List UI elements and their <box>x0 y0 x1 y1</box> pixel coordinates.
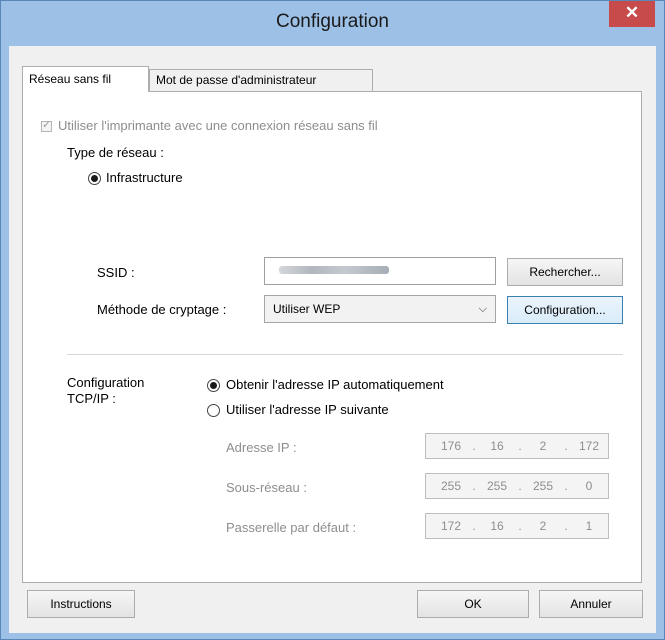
ssid-input[interactable] <box>264 257 496 285</box>
subnet-dot: . <box>472 479 476 493</box>
tab-panel-wireless: Utiliser l'imprimante avec une connexion… <box>22 91 642 583</box>
use-wireless-checkbox[interactable] <box>41 118 52 132</box>
ssid-label: SSID : <box>97 265 135 280</box>
gateway-dot: . <box>472 519 476 533</box>
dialog-client-area: Réseau sans fil Mot de passe d'administr… <box>9 46 656 633</box>
section-divider <box>67 354 623 355</box>
subnet-octet: 0 <box>585 479 593 493</box>
subnet-octet: 255 <box>440 479 462 493</box>
ip-octet: 2 <box>539 439 547 453</box>
ssid-value-redacted <box>279 266 389 274</box>
ip-address-label: Adresse IP : <box>226 440 297 455</box>
subnet-dot: . <box>564 479 568 493</box>
close-icon: ✕ <box>624 3 640 22</box>
gateway-dot: . <box>518 519 522 533</box>
gateway-label: Passerelle par défaut : <box>226 520 357 535</box>
ip-octet: 176 <box>440 439 462 453</box>
close-button[interactable]: ✕ <box>609 1 655 27</box>
tab-label: Réseau sans fil <box>29 72 112 86</box>
encryption-method-select[interactable]: Utiliser WEP ⌵ <box>264 295 496 323</box>
encryption-method-label: Méthode de cryptage : <box>97 302 227 317</box>
window-title: Configuration <box>275 11 390 32</box>
gateway-field[interactable]: 172 . 16 . 2 . 1 <box>425 513 609 539</box>
search-button[interactable]: Rechercher... <box>507 258 623 286</box>
ip-octet: 16 <box>490 439 504 453</box>
gateway-octet: 2 <box>539 519 547 533</box>
cancel-button[interactable]: Annuler <box>539 590 643 618</box>
gateway-octet: 16 <box>490 519 504 533</box>
ip-dot: . <box>564 439 568 453</box>
gateway-octet: 172 <box>440 519 462 533</box>
tcpip-label-line2: TCP/IP : <box>67 391 116 406</box>
tab-label: Mot de passe d'administrateur <box>156 73 317 87</box>
tab-wireless-network[interactable]: Réseau sans fil <box>22 66 149 92</box>
infrastructure-label: Infrastructure <box>106 170 183 185</box>
ip-dot: . <box>518 439 522 453</box>
configuration-dialog: Configuration ✕ Réseau sans fil Mot de p… <box>0 0 665 640</box>
use-wireless-label: Utiliser l'imprimante avec une connexion… <box>58 118 378 133</box>
auto-ip-label: Obtenir l'adresse IP automatiquement <box>226 377 444 392</box>
subnet-field[interactable]: 255 . 255 . 255 . 0 <box>425 473 609 499</box>
encryption-configuration-button[interactable]: Configuration... <box>507 296 623 324</box>
gateway-dot: . <box>564 519 568 533</box>
gateway-octet: 1 <box>585 519 593 533</box>
instructions-button[interactable]: Instructions <box>27 590 135 618</box>
tab-admin-password[interactable]: Mot de passe d'administrateur <box>149 69 373 91</box>
network-type-label: Type de réseau : <box>67 145 164 160</box>
ip-octet: 172 <box>578 439 600 453</box>
encryption-method-value: Utiliser WEP <box>273 302 341 316</box>
title-bar[interactable]: Configuration ✕ <box>1 1 664 46</box>
manual-ip-label: Utiliser l'adresse IP suivante <box>226 402 389 417</box>
infrastructure-radio[interactable] <box>88 172 101 185</box>
manual-ip-radio[interactable] <box>207 404 220 417</box>
ok-button[interactable]: OK <box>417 590 529 618</box>
subnet-label: Sous-réseau : <box>226 480 307 495</box>
subnet-dot: . <box>518 479 522 493</box>
subnet-octet: 255 <box>486 479 508 493</box>
chevron-down-icon: ⌵ <box>478 303 487 315</box>
subnet-octet: 255 <box>532 479 554 493</box>
auto-ip-radio[interactable] <box>207 379 220 392</box>
ip-address-field[interactable]: 176 . 16 . 2 . 172 <box>425 433 609 459</box>
tcpip-label-line1: Configuration <box>67 375 145 390</box>
ip-dot: . <box>472 439 476 453</box>
